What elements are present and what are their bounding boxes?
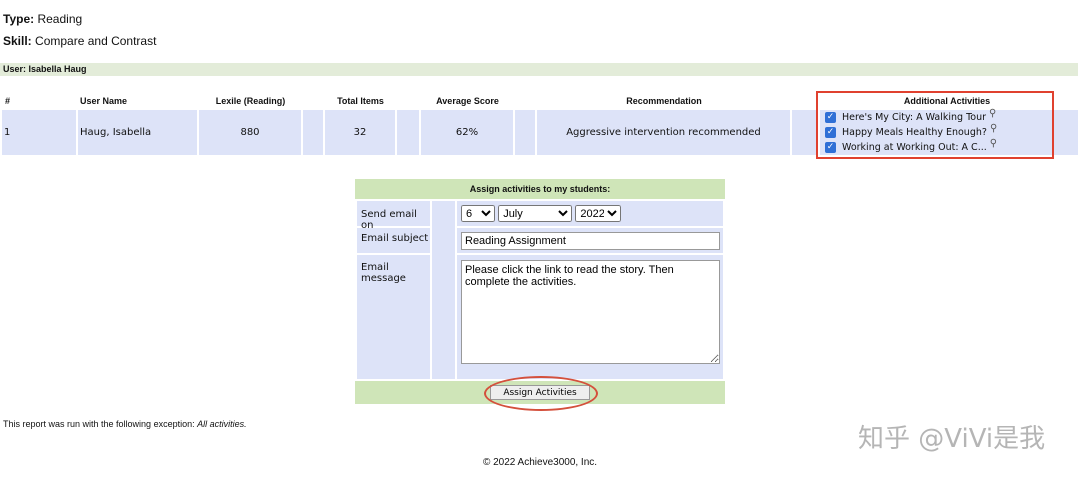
type-label: Type: <box>3 12 35 26</box>
year-select[interactable]: 2022 <box>575 205 622 222</box>
skill-label: Skill: <box>3 34 32 48</box>
type-line: Type: Reading <box>3 12 82 26</box>
col-total-items: Total Items <box>337 96 384 106</box>
exception-text: This report was run with the following e… <box>3 419 198 429</box>
date-row: 6 July 2022 <box>457 201 723 226</box>
row-lexile: 880 <box>199 110 301 155</box>
spacer <box>432 201 455 379</box>
skill-line: Skill: Compare and Contrast <box>3 34 156 48</box>
type-value: Reading <box>37 12 83 26</box>
row-average-score: 62% <box>421 110 513 155</box>
col-lexile: Lexile (Reading) <box>215 96 286 106</box>
user-bar: User: Isabella Haug <box>0 63 1078 76</box>
email-message-label: Email message <box>357 255 430 379</box>
row-recommendation: Aggressive intervention recommended <box>537 110 790 155</box>
row-total-items: 32 <box>325 110 395 155</box>
spacer <box>303 110 323 155</box>
col-user-name: User Name <box>80 96 128 106</box>
exception-value: All activities. <box>197 419 247 429</box>
email-subject-label: Email subject <box>357 228 430 253</box>
send-email-label: Send email on <box>357 201 430 231</box>
col-recommendation: Recommendation <box>626 96 702 106</box>
row-num: 1 <box>2 110 14 155</box>
form-title: Assign activities to my students: <box>355 179 725 199</box>
skill-value: Compare and Contrast <box>35 34 157 48</box>
email-message-textarea[interactable]: Please click the link to read the story.… <box>461 260 720 364</box>
spacer <box>14 110 76 155</box>
email-subject-input[interactable] <box>461 232 720 250</box>
col-average-score: Average Score <box>436 96 499 106</box>
highlight-ellipse <box>484 376 598 411</box>
subject-cell <box>457 228 723 253</box>
spacer <box>515 110 535 155</box>
spacer <box>177 110 197 155</box>
spacer <box>792 110 818 155</box>
footer: © 2022 Achieve3000, Inc. <box>482 457 598 468</box>
day-select[interactable]: 6 <box>461 205 495 222</box>
row-user-name: Haug, Isabella <box>78 110 177 155</box>
exception-note: This report was run with the following e… <box>3 419 247 429</box>
month-select[interactable]: July <box>498 205 573 222</box>
col-num: # <box>5 96 11 106</box>
highlight-box <box>816 91 1054 159</box>
message-cell: Please click the link to read the story.… <box>457 255 723 379</box>
watermark: 知乎 @ViVi是我 <box>858 424 1046 454</box>
spacer <box>397 110 419 155</box>
